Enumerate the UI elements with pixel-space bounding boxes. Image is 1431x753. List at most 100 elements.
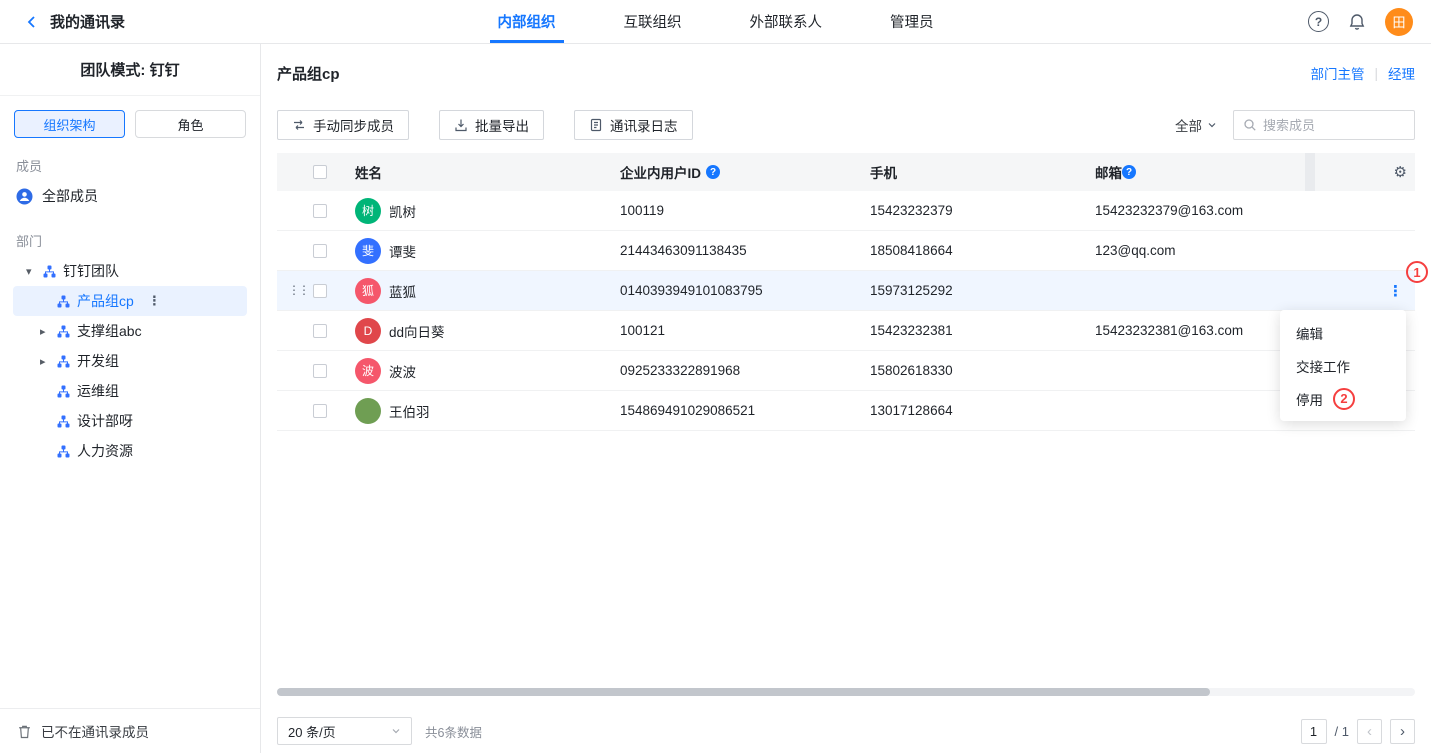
caret-right-icon[interactable]: ▸: [40, 325, 57, 338]
tree-item-dingtalk-team[interactable]: ▾ 钉钉团队: [13, 256, 247, 286]
sidebar-item-all-members[interactable]: 全部成员: [0, 179, 260, 213]
horizontal-scrollbar-thumb[interactable]: [277, 688, 1210, 696]
table-row[interactable]: ⋮⋮ 王伯羽 154869491029086521 13017128664 ⋮: [277, 391, 1415, 431]
annotation-circle-2: 2: [1333, 388, 1355, 410]
tree-item-label: 产品组cp: [77, 291, 134, 311]
tree-item-product-group[interactable]: 产品组cp ⋮: [13, 286, 247, 316]
row-more-icon[interactable]: ⋮: [1384, 282, 1407, 300]
tree-item-hr[interactable]: 人力资源: [13, 436, 247, 466]
member-avatar: 波: [355, 358, 381, 384]
member-phone: 18508418664: [870, 243, 1095, 258]
tab-label: 外部联系人: [750, 11, 823, 32]
toggle-roles[interactable]: 角色: [135, 110, 246, 138]
table-row[interactable]: ⋮⋮ D dd向日葵 100121 15423232381 1542323238…: [277, 311, 1415, 351]
select-all-checkbox[interactable]: [313, 165, 327, 179]
back-nav[interactable]: 我的通讯录: [0, 11, 125, 32]
tab-connected-org[interactable]: 互联组织: [616, 0, 690, 43]
search-box: [1233, 110, 1415, 140]
tree-item-more-icon[interactable]: ⋮: [148, 293, 161, 309]
member-avatar: 狐: [355, 278, 381, 304]
role-links: 部门主管 | 经理: [1310, 63, 1415, 83]
menu-item-handover[interactable]: 交接工作: [1280, 349, 1406, 382]
member-name: 蓝狐: [389, 281, 416, 301]
table-row[interactable]: ⋮⋮ 狐 蓝狐 0140393949101083795 15973125292 …: [277, 271, 1415, 311]
column-header-name: 姓名: [355, 162, 382, 182]
contacts-log-button[interactable]: 通讯录日志: [574, 110, 693, 140]
menu-item-edit[interactable]: 编辑: [1280, 316, 1406, 349]
page-size-select[interactable]: 20 条/页: [277, 717, 412, 745]
tree-item-label: 运维组: [77, 381, 119, 401]
page-number-input[interactable]: [1301, 719, 1327, 744]
tab-internal-org[interactable]: 内部组织: [490, 0, 564, 43]
topbar: 我的通讯录 内部组织 互联组织 外部联系人 管理员 ? 田: [0, 0, 1431, 44]
tree-item-design-dept[interactable]: 设计部呀: [13, 406, 247, 436]
sidebar-item-removed-members[interactable]: 已不在通讯录成员: [0, 708, 260, 753]
button-label: 手动同步成员: [313, 115, 394, 135]
help-icon[interactable]: ?: [1308, 11, 1329, 32]
member-user-id: 0140393949101083795: [620, 283, 870, 298]
department-icon: [57, 445, 70, 458]
user-avatar[interactable]: 田: [1385, 8, 1413, 36]
toggle-org-structure[interactable]: 组织架构: [14, 110, 125, 138]
filter-dropdown[interactable]: 全部: [1175, 115, 1217, 135]
drag-handle-icon[interactable]: ⋮⋮: [288, 283, 308, 297]
menu-item-label: 交接工作: [1296, 356, 1350, 376]
member-avatar: 斐: [355, 238, 381, 264]
member-phone: 15423232381: [870, 323, 1095, 338]
tab-label: 管理员: [890, 11, 934, 32]
button-label: 通讯录日志: [610, 115, 678, 135]
column-header-phone: 手机: [870, 162, 897, 182]
row-checkbox[interactable]: [313, 284, 327, 298]
sidebar: 团队模式: 钉钉 组织架构 角色 成员 全部成员 部门 ▾ 钉钉团队 产品组cp…: [0, 44, 261, 753]
tab-external-contacts[interactable]: 外部联系人: [742, 0, 831, 43]
row-checkbox[interactable]: [313, 244, 327, 258]
tree-item-label: 设计部呀: [77, 411, 133, 431]
member-name: 凯树: [389, 201, 416, 221]
menu-item-disable[interactable]: 停用 2: [1280, 382, 1406, 415]
bell-icon[interactable]: [1347, 12, 1367, 32]
tree-item-label: 人力资源: [77, 441, 133, 461]
member-phone: 15973125292: [870, 283, 1095, 298]
member-user-id: 100119: [620, 203, 870, 218]
table-row[interactable]: ⋮⋮ 波 波波 0925233322891968 15802618330 ⋮: [277, 351, 1415, 391]
dept-manager-link[interactable]: 部门主管: [1310, 63, 1364, 83]
chevron-down-icon: [1207, 120, 1217, 130]
member-name: 王伯羽: [389, 401, 430, 421]
tree-item-ops-group[interactable]: 运维组: [13, 376, 247, 406]
prev-page-button[interactable]: ‹: [1357, 719, 1382, 744]
button-label: 批量导出: [475, 115, 529, 135]
caret-down-icon[interactable]: ▾: [26, 265, 43, 278]
row-checkbox[interactable]: [313, 404, 327, 418]
table-row[interactable]: ⋮⋮ 斐 谭斐 21443463091138435 18508418664 12…: [277, 231, 1415, 271]
row-checkbox[interactable]: [313, 204, 327, 218]
tab-admins[interactable]: 管理员: [882, 0, 942, 43]
member-avatar: 树: [355, 198, 381, 224]
email-help-icon[interactable]: ?: [1122, 165, 1136, 179]
row-checkbox[interactable]: [313, 324, 327, 338]
topbar-actions: ? 田: [1308, 8, 1431, 36]
role-divider: |: [1374, 66, 1378, 81]
pager: / 1 ‹ ›: [1301, 719, 1415, 744]
table-row[interactable]: ⋮⋮ 树 凯树 100119 15423232379 15423232379@1…: [277, 191, 1415, 231]
user-id-help-icon[interactable]: ?: [706, 165, 720, 179]
all-members-label: 全部成员: [42, 186, 98, 206]
sync-members-button[interactable]: 手动同步成员: [277, 110, 409, 140]
all-members-icon: [16, 188, 33, 205]
member-email: 123@qq.com: [1095, 243, 1315, 258]
batch-export-button[interactable]: 批量导出: [439, 110, 544, 140]
search-input[interactable]: [1263, 118, 1405, 133]
caret-right-icon[interactable]: ▸: [40, 355, 57, 368]
back-label: 我的通讯录: [50, 11, 125, 32]
table-header: 姓名 企业内用户ID ? 手机 邮箱 ? ⚙: [277, 153, 1415, 191]
department-icon: [57, 385, 70, 398]
next-page-button[interactable]: ›: [1390, 719, 1415, 744]
member-email: 15423232379@163.com: [1095, 203, 1315, 218]
column-settings-gear-icon[interactable]: ⚙: [1394, 163, 1407, 181]
row-checkbox[interactable]: [313, 364, 327, 378]
manager-link[interactable]: 经理: [1388, 63, 1415, 83]
member-phone: 13017128664: [870, 403, 1095, 418]
tree-item-dev-group[interactable]: ▸ 开发组: [13, 346, 247, 376]
scrollbar-gutter: [1305, 153, 1315, 191]
tree-item-support-group[interactable]: ▸ 支撑组abc: [13, 316, 247, 346]
member-user-id: 100121: [620, 323, 870, 338]
